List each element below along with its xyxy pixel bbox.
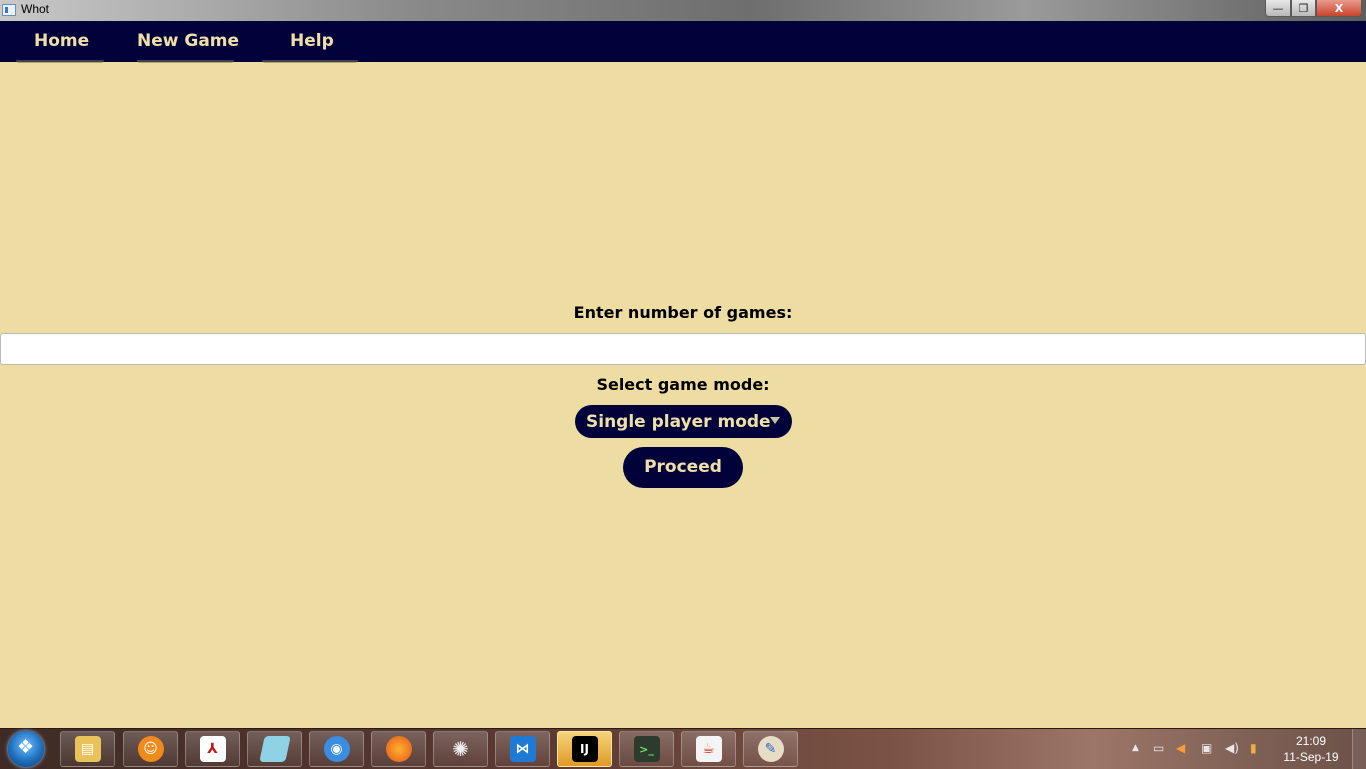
taskbar-visual-studio-code[interactable]: ⋈ <box>495 731 550 767</box>
game-mode-selected-value: Single player mode <box>586 411 771 432</box>
taskbar: ▤ ☺ ⅄ ◉ ✺ ⋈ IJ >_ ☕ ✎ ▲ ▭ ◀ ▣ ◀) ▮ 21:09… <box>0 728 1366 769</box>
games-count-input[interactable] <box>0 333 1366 365</box>
nav-home-shadow <box>16 60 104 63</box>
window-controls: — ❐ X <box>1265 0 1362 18</box>
tray-power-icon[interactable]: ▣ <box>1201 741 1212 755</box>
nav-new-game[interactable]: New Game <box>137 21 239 62</box>
close-button[interactable]: X <box>1316 0 1362 17</box>
window-title-bar: Whot — ❐ X <box>0 0 1366 21</box>
taskbar-terminal[interactable]: >_ <box>619 731 674 767</box>
clock-time: 21:09 <box>1295 734 1327 748</box>
nav-new-game-shadow <box>137 60 234 63</box>
top-nav-bar: Home New Game Help <box>0 21 1366 62</box>
taskbar-paint[interactable]: ✎ <box>743 731 798 767</box>
start-button[interactable] <box>8 731 44 767</box>
taskbar-notepad[interactable] <box>247 731 302 767</box>
taskbar-intellij-idea[interactable]: IJ <box>557 731 612 767</box>
visual-studio-code-icon: ⋈ <box>509 736 536 762</box>
chevron-down-icon <box>770 417 780 424</box>
minimize-button[interactable]: — <box>1265 0 1291 17</box>
close-icon: X <box>1334 1 1344 15</box>
spider-app-icon: ✺ <box>452 737 469 761</box>
firefox-icon <box>385 736 412 762</box>
nav-help-shadow <box>262 60 358 63</box>
taskbar-file-explorer[interactable]: ▤ <box>60 731 115 767</box>
game-mode-select[interactable]: Single player mode <box>575 405 792 438</box>
tray-network-icon[interactable]: ▮ <box>1250 741 1257 755</box>
tray-speaker-icon[interactable]: ◀) <box>1225 741 1239 755</box>
clock-date: 11-Sep-19 <box>1283 750 1339 764</box>
nav-help[interactable]: Help <box>290 21 334 62</box>
adobe-reader-icon: ⅄ <box>199 736 226 762</box>
tray-volume-warning-icon[interactable]: ◀ <box>1176 741 1185 755</box>
taskbar-clock[interactable]: 21:09 11-Sep-19 <box>1276 733 1346 765</box>
terminal-icon: >_ <box>633 736 660 762</box>
taskbar-spider-app[interactable]: ✺ <box>433 731 488 767</box>
notepad-icon <box>258 736 291 762</box>
minimize-icon: — <box>1272 1 1284 15</box>
taskbar-adobe-reader[interactable]: ⅄ <box>185 731 240 767</box>
show-desktop-button[interactable] <box>1352 729 1366 769</box>
game-mode-label: Select game mode: <box>596 375 770 394</box>
games-count-label: Enter number of games: <box>573 303 793 322</box>
proceed-button[interactable]: Proceed <box>623 447 743 488</box>
window-title: Whot <box>21 2 50 16</box>
nav-home[interactable]: Home <box>34 21 89 62</box>
taskbar-network-globe[interactable]: ◉ <box>309 731 364 767</box>
taskbar-uc-browser[interactable]: ☺ <box>123 731 178 767</box>
tray-display-icon[interactable]: ▭ <box>1153 741 1164 755</box>
taskbar-java[interactable]: ☕ <box>681 731 736 767</box>
paint-icon: ✎ <box>757 736 784 762</box>
app-window-icon <box>2 4 16 16</box>
taskbar-firefox[interactable] <box>371 731 426 767</box>
uc-browser-icon: ☺ <box>137 736 164 762</box>
tray-expand-icon[interactable]: ▲ <box>1132 743 1139 753</box>
java-icon: ☕ <box>695 736 722 762</box>
file-explorer-icon: ▤ <box>74 736 101 762</box>
intellij-idea-icon: IJ <box>571 736 598 762</box>
maximize-icon: ❐ <box>1298 1 1309 15</box>
network-globe-icon: ◉ <box>323 736 350 762</box>
maximize-button[interactable]: ❐ <box>1291 0 1316 17</box>
